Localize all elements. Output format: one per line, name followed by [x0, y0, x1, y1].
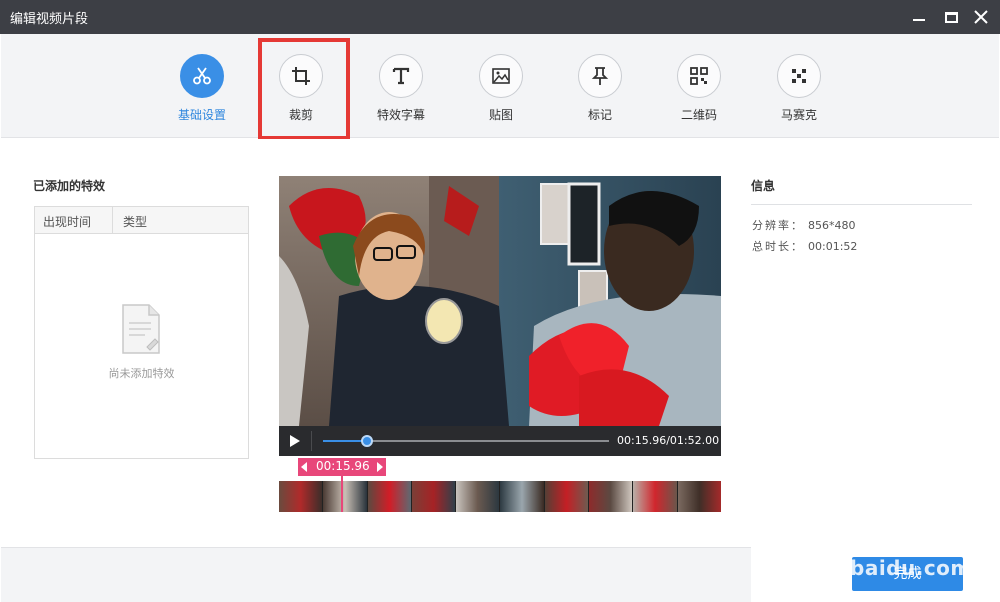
close-icon [974, 10, 988, 24]
tab-icon-circle [379, 54, 423, 98]
resolution-label: 分辨率： [752, 219, 804, 232]
scissors-icon [193, 67, 211, 85]
thumbnail [456, 481, 501, 512]
tab-markers[interactable]: 标记 [560, 54, 640, 123]
tab-label: 马赛克 [780, 108, 817, 122]
tab-icon-circle [479, 54, 523, 98]
pin-icon [591, 67, 609, 85]
player-controls: 00:15.96/01:52.00 [279, 426, 721, 456]
thumbnail [323, 481, 368, 512]
resolution-row: 分辨率： 856*480 [752, 217, 856, 233]
tab-icon-circle [777, 54, 821, 98]
text-icon [392, 67, 410, 85]
thumbnail [279, 481, 324, 512]
step-back-icon[interactable] [301, 462, 307, 472]
thumbnail [411, 481, 457, 512]
tab-qrcode[interactable]: 二维码 [659, 54, 739, 123]
column-header-type[interactable]: 类型 [123, 213, 147, 230]
tab-text-effects[interactable]: 特效字幕 [361, 54, 441, 123]
effects-panel-title: 已添加的特效 [33, 179, 106, 193]
playhead-line [341, 476, 343, 512]
marker-time: 00:15.96 [316, 459, 370, 473]
duration-label: 总时长： [752, 240, 804, 253]
column-header-time[interactable]: 出现时间 [43, 213, 91, 230]
control-divider [311, 431, 312, 451]
tab-label: 标记 [587, 108, 612, 122]
maximize-icon [944, 11, 958, 23]
progress-slider[interactable] [323, 435, 609, 447]
image-icon [492, 68, 510, 84]
watermark-text: baidu.com [850, 556, 972, 580]
tab-stickers[interactable]: 贴图 [461, 54, 541, 123]
highlight-frame [258, 38, 350, 140]
duration-row: 总时长： 00:01:52 [752, 238, 857, 254]
tab-mosaic[interactable]: 马赛克 [759, 54, 839, 123]
thumbnail [544, 481, 590, 512]
maximize-button[interactable] [940, 6, 962, 28]
duration-value: 00:01:52 [808, 240, 858, 253]
tab-label: 贴图 [488, 108, 513, 122]
video-frame-image [279, 176, 721, 426]
tab-basic-settings[interactable]: 基础设置 [162, 54, 242, 123]
play-icon[interactable] [289, 434, 301, 448]
empty-document-icon [122, 304, 160, 354]
tab-label: 二维码 [680, 108, 717, 122]
qrcode-icon [690, 67, 708, 85]
thumbnail [633, 481, 678, 512]
tab-icon-circle [677, 54, 721, 98]
title-bar: 编辑视频片段 [0, 0, 1000, 34]
step-forward-icon[interactable] [377, 462, 383, 472]
resolution-value: 856*480 [808, 219, 856, 232]
tool-tabs: 基础设置 裁剪 特效字幕 贴图 标记 二维码 马赛克 [1, 34, 999, 138]
tab-label: 基础设置 [177, 108, 226, 122]
effects-list[interactable]: 出现时间 类型 尚未添加特效 [34, 206, 249, 459]
video-preview[interactable] [279, 176, 721, 426]
info-title: 信息 [751, 179, 776, 193]
tab-icon-circle [180, 54, 224, 98]
thumbnail [500, 481, 545, 512]
timeline-marker[interactable]: 00:15.96 [298, 458, 386, 476]
time-display: 00:15.96/01:52.00 [617, 434, 720, 447]
tab-icon-circle [578, 54, 622, 98]
thumbnail [589, 481, 634, 512]
empty-state-text: 尚未添加特效 [108, 367, 175, 380]
mosaic-icon [792, 69, 806, 83]
info-divider [751, 204, 972, 205]
close-button[interactable] [970, 6, 992, 28]
column-divider [112, 207, 113, 234]
effects-list-header: 出现时间 类型 [35, 207, 248, 234]
progress-handle[interactable] [360, 435, 373, 447]
window-title: 编辑视频片段 [10, 12, 89, 27]
minimize-icon [913, 19, 925, 21]
tab-label: 特效字幕 [376, 108, 425, 122]
minimize-button[interactable] [908, 6, 930, 28]
thumbnail [367, 481, 412, 512]
thumbnail-strip[interactable] [279, 481, 721, 512]
thumbnail [677, 481, 721, 512]
